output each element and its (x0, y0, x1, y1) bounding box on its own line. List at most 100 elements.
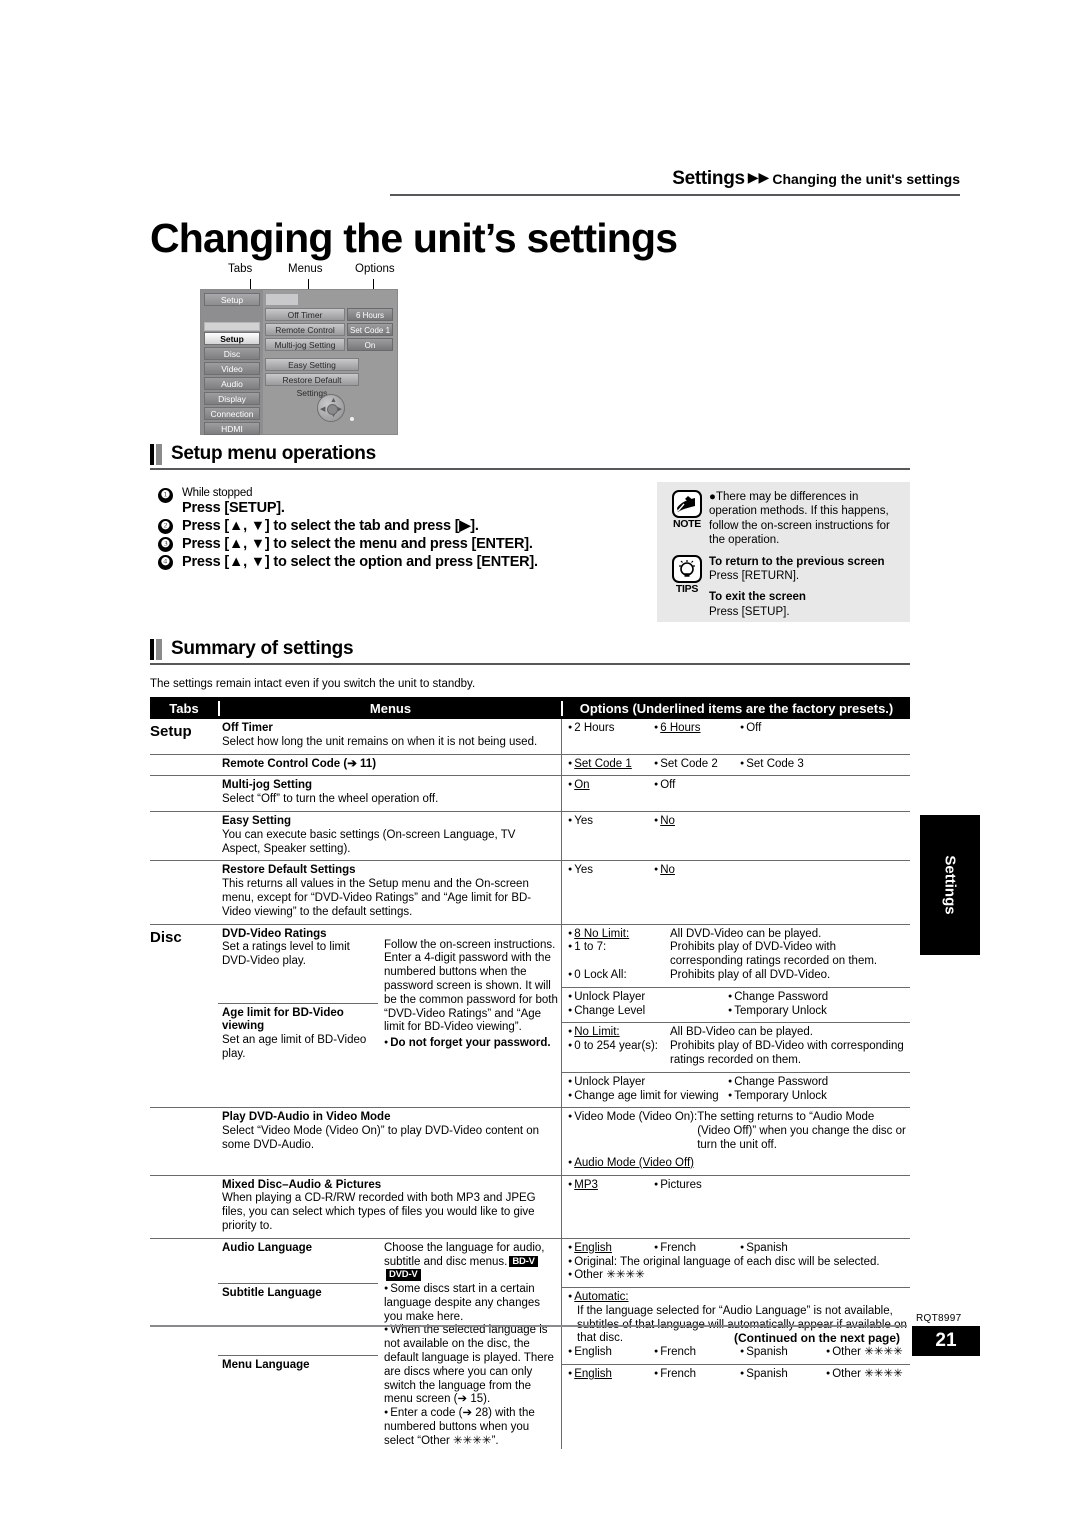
option-level-label[interactable]: 0 Lock All: (568, 969, 670, 983)
row-options-restore-default-settings: Yes No (561, 861, 910, 924)
option-item-default[interactable]: 6 Hours (660, 722, 700, 734)
menu-title: Remote Control Code (➔ 11) (222, 757, 377, 770)
callout-options: Options (355, 263, 395, 275)
header-divider (390, 194, 960, 196)
option-item-default[interactable]: Audio Mode (Video Off) (574, 1157, 694, 1169)
option-item[interactable]: French (654, 1346, 740, 1360)
option-label[interactable]: Video Mode (Video On): (568, 1111, 697, 1152)
osd-row-multi-jog[interactable]: Multi-jog Setting On (265, 338, 393, 351)
osd-button-restore-defaults[interactable]: Restore Default Settings (265, 373, 359, 398)
row-options-multi-jog-setting: On Off (561, 776, 910, 811)
option-item-default[interactable]: No (660, 864, 675, 876)
option-item-default[interactable]: On (574, 779, 589, 791)
menu-title: Easy Setting (222, 814, 292, 827)
option-level-label[interactable]: 0 to 254 year(s): (568, 1040, 670, 1068)
table-row: Restore Default Settings This returns al… (150, 861, 910, 925)
option-original-label[interactable]: Original: (568, 1256, 617, 1270)
tips-row: TIPS To return to the previous screen Pr… (665, 554, 902, 620)
menu-desc: You can execute basic settings (On-scree… (222, 828, 516, 855)
tips-title-1: To return to the previous screen (709, 555, 885, 568)
menu-desc: Select “Video Mode (Video On)” to play D… (222, 1125, 540, 1151)
option-item[interactable]: Off (740, 722, 830, 736)
option-item-other[interactable]: Other ✳✳✳✳ (826, 1368, 903, 1382)
osd-row-multi-jog-label: Multi-jog Setting (265, 338, 345, 351)
osd-row-remote-code[interactable]: Remote Control Code Set Code 1 (265, 323, 393, 348)
section-divider (150, 663, 910, 665)
option-item[interactable]: Pictures (654, 1179, 702, 1193)
osd-tab-video[interactable]: Video (204, 362, 260, 375)
option-item-default[interactable]: MP3 (574, 1179, 598, 1191)
column-header-menus: Menus (218, 700, 561, 716)
table-row: Setup Off Timer Select how long the unit… (150, 719, 910, 755)
option-item[interactable]: Set Code 2 (654, 758, 740, 772)
option-item[interactable]: Yes (568, 864, 654, 878)
osd-tab-audio[interactable]: Audio (204, 377, 260, 390)
option-item[interactable]: Spanish (740, 1368, 826, 1382)
option-item[interactable]: Off (654, 779, 740, 793)
option-item[interactable]: French (654, 1368, 740, 1382)
option-item-other[interactable]: Other ✳✳✳✳ (826, 1346, 903, 1360)
setup-menu-screenshot: Setup Setup Disc Video Audio Display Con… (200, 289, 398, 435)
option-automatic-label[interactable]: Automatic: (574, 1291, 628, 1303)
shared-password-note: Follow the on-screen instructions. Enter… (384, 938, 558, 1034)
badge-dvd-v: DVD-V (386, 1269, 421, 1281)
option-action[interactable]: Change Password (728, 991, 828, 1005)
option-level-label[interactable]: No Limit: (574, 1026, 619, 1038)
note-tips-box: NOTE ●There may be differences in operat… (657, 482, 910, 622)
option-action[interactable]: Unlock Player (568, 991, 728, 1005)
row-menu-easy-setting: Easy Setting You can execute basic setti… (218, 812, 561, 860)
osd-row-multi-jog-value: On (347, 338, 393, 351)
row-menu-subtitle-language: Subtitle Language (218, 1282, 378, 1355)
menu-title: Restore Default Settings (222, 864, 356, 877)
option-item-default[interactable]: No (660, 815, 675, 827)
table-row-group-disc-ratings: Disc DVD-Video Ratings Set a ratings lev… (150, 924, 910, 1108)
option-item-other[interactable]: Other ✳✳✳✳ (568, 1269, 908, 1283)
row-tab-disc: Disc (150, 928, 182, 946)
osd-tab-connection[interactable]: Connection (204, 407, 260, 420)
option-action[interactable]: Change Level (568, 1005, 728, 1019)
step-instruction: Press [SETUP]. (182, 500, 285, 516)
osd-tab-disc[interactable]: Disc (204, 347, 260, 360)
step-instruction: Press [▲, ▼] to select the option and pr… (182, 554, 538, 570)
option-item[interactable]: English (568, 1346, 654, 1360)
option-action[interactable]: Temporary Unlock (728, 1090, 827, 1104)
option-level-label[interactable]: 1 to 7: (568, 941, 670, 969)
osd-tab-display[interactable]: Display (204, 392, 260, 405)
osd-row-remote-code-value: Set Code 1 (347, 323, 393, 336)
option-item-default[interactable]: Set Code 1 (574, 758, 632, 770)
menu-desc: Set an age limit of BD-Video play. (222, 1034, 367, 1060)
section-divider (150, 468, 910, 470)
option-action[interactable]: Change Password (728, 1076, 828, 1090)
option-item[interactable]: French (654, 1242, 740, 1256)
option-item[interactable]: 2 Hours (568, 722, 654, 736)
option-action[interactable]: Temporary Unlock (728, 1005, 827, 1019)
step-text: While stopped Press [SETUP]. (182, 487, 285, 516)
option-item[interactable]: Set Code 3 (740, 758, 830, 772)
summary-intro-text: The settings remain intact even if you s… (150, 678, 476, 690)
dpad-icon: ▲ ▼ ◀ ▶ (317, 394, 345, 422)
osd-tab-setup[interactable]: Setup (204, 332, 260, 345)
tips-text-block: To return to the previous screen Press [… (709, 555, 902, 620)
option-action[interactable]: Change age limit for viewing (568, 1090, 728, 1104)
note-text: There may be differences in operation me… (709, 491, 890, 547)
osd-row-off-timer[interactable]: Off Timer 6 Hours (265, 308, 393, 321)
osd-tab-hdmi[interactable]: HDMI (204, 422, 260, 435)
option-level-label[interactable]: 8 No Limit: (574, 928, 629, 940)
menu-desc: Select how long the unit remains on when… (222, 735, 538, 748)
osd-tab-blank (204, 322, 260, 331)
option-item[interactable]: Yes (568, 815, 654, 829)
section-title-summary: Summary of settings (171, 638, 354, 659)
menu-title: Menu Language (222, 1358, 310, 1371)
option-item-default[interactable]: English (574, 1242, 612, 1254)
option-item[interactable]: Spanish (740, 1346, 826, 1360)
option-item-default[interactable]: English (574, 1368, 612, 1380)
row-options-play-dvd-audio: Video Mode (Video On): The setting retur… (561, 1108, 910, 1175)
page-number: 21 (912, 1326, 980, 1356)
section-summary-of-settings: Summary of settings (150, 638, 910, 665)
section-marker-icon (150, 443, 162, 465)
osd-button-easy-setting[interactable]: Easy Setting (265, 358, 359, 371)
option-item[interactable]: Spanish (740, 1242, 788, 1256)
option-action[interactable]: Unlock Player (568, 1076, 728, 1090)
language-bullet: Some discs start in a certain language d… (384, 1283, 561, 1324)
row-tab-spacer (150, 861, 218, 923)
